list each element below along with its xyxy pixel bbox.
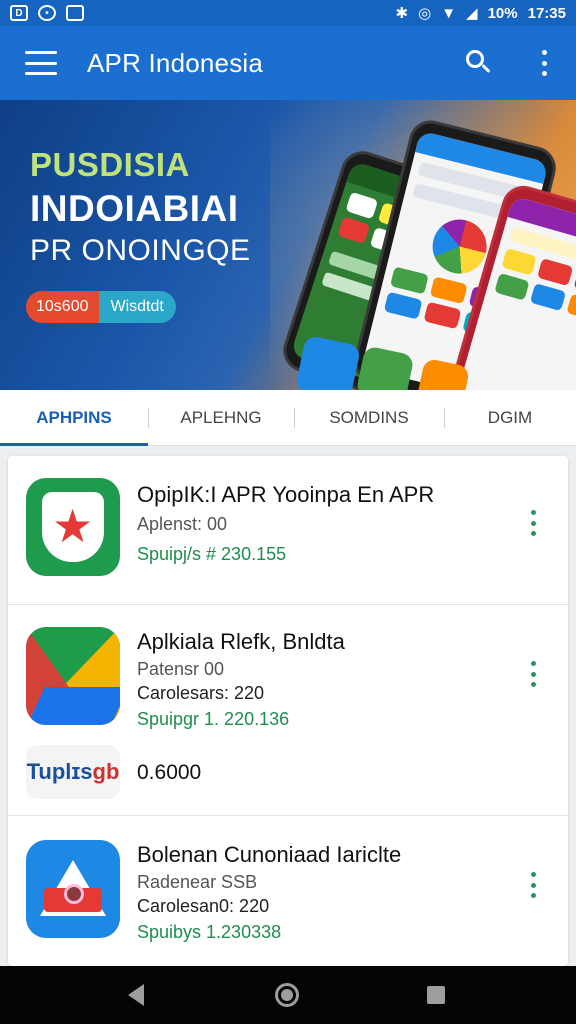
more-options-icon[interactable] <box>538 50 550 76</box>
tuplis-logo: Tuplɪs gb <box>26 745 120 799</box>
colorful-triangle-icon <box>26 627 120 725</box>
app-subtitle: Patensr 00 <box>137 659 225 679</box>
more-options-icon[interactable] <box>528 661 538 687</box>
more-options-icon[interactable] <box>528 872 538 898</box>
battery-text: 10% <box>487 4 518 22</box>
tab-somdins[interactable]: SOMDINS <box>294 390 444 446</box>
signal-icon: ◢ <box>466 5 478 22</box>
app-subtitle: Radenear SSB <box>137 872 258 892</box>
more-options-icon[interactable] <box>528 510 538 536</box>
shield-star-icon: ★ <box>26 478 120 576</box>
list-item[interactable]: Bolenan Cunoniaad Iariclte Radenear SSB … <box>8 816 568 966</box>
banner-pill-button[interactable]: 10s600 Wisdtdt <box>26 291 176 323</box>
app-stat: Spuipj/s # 230.155 <box>137 544 287 564</box>
app-stat: Spuibys 1.230338 <box>137 922 282 942</box>
clock-time: 17:35 <box>527 4 566 22</box>
app-list: ★ OpipIK:I APR Yooinpa En APR Aplenst: 0… <box>8 456 568 966</box>
tab-aplehng[interactable]: APLEHNG <box>148 390 294 446</box>
alarm-icon: ◎ <box>418 5 432 22</box>
app-stat: Spuipgr 1. 220.136 <box>137 709 290 729</box>
bluetooth-icon: ✱ <box>395 5 409 22</box>
red-triangle-icon <box>26 840 120 938</box>
tab-aphpins[interactable]: APHPINS <box>0 390 148 446</box>
back-icon[interactable] <box>128 984 144 1006</box>
banner-pill-right: Wisdtdt <box>98 291 176 323</box>
banner-pill-left: 10s600 <box>26 291 99 323</box>
system-nav-bar <box>0 966 576 1024</box>
app-title: Aplkiala Rlefk, Bnldta <box>137 629 345 654</box>
app-subtitle: Aplenst: 00 <box>137 514 228 534</box>
notification-d-icon: D <box>10 5 28 21</box>
app-title: APR Indonesia <box>87 47 264 78</box>
menu-icon[interactable] <box>25 51 57 75</box>
app-title: OpipIK:I APR Yooinpa En APR <box>137 482 435 507</box>
wifi-icon: ▼ <box>441 4 457 22</box>
status-bar: D • ✱ ◎ ▼ ◢ 10% 17:35 <box>0 0 576 26</box>
home-icon[interactable] <box>275 983 299 1007</box>
app-subtitle-2: Carolesars: 220 <box>137 683 265 703</box>
promo-banner[interactable]: PUSDISIA INDOIABIAI PR ONOINGQE 10s600 W… <box>0 100 576 390</box>
app-bar: APR Indonesia <box>0 26 576 100</box>
screen: D • ✱ ◎ ▼ ◢ 10% 17:35 APR Indonesia PUSD… <box>0 0 576 1024</box>
tab-bar: APHPINS APLEHNG SOMDINS DGIM <box>0 390 576 446</box>
tab-dgim[interactable]: DGIM <box>444 390 576 446</box>
banner-line-1: PUSDISIA <box>30 146 190 183</box>
list-item[interactable]: Aplkiala Rlefk, Bnldta Patensr 00 Carole… <box>8 605 568 815</box>
banner-line-3: PR ONOINGQE <box>30 234 251 267</box>
app-title: Bolenan Cunoniaad Iariclte <box>137 842 402 867</box>
recent-apps-icon[interactable] <box>427 986 445 1004</box>
notification-clock-icon: • <box>38 5 56 21</box>
notification-square-icon <box>66 5 84 21</box>
search-icon[interactable] <box>464 48 494 78</box>
app-subtitle-2: Carolesan0: 220 <box>137 896 270 916</box>
list-item[interactable]: ★ OpipIK:I APR Yooinpa En APR Aplenst: 0… <box>8 456 568 604</box>
promo-value: 0.6000 <box>137 761 202 784</box>
banner-line-2: INDOIABIAI <box>30 188 239 229</box>
